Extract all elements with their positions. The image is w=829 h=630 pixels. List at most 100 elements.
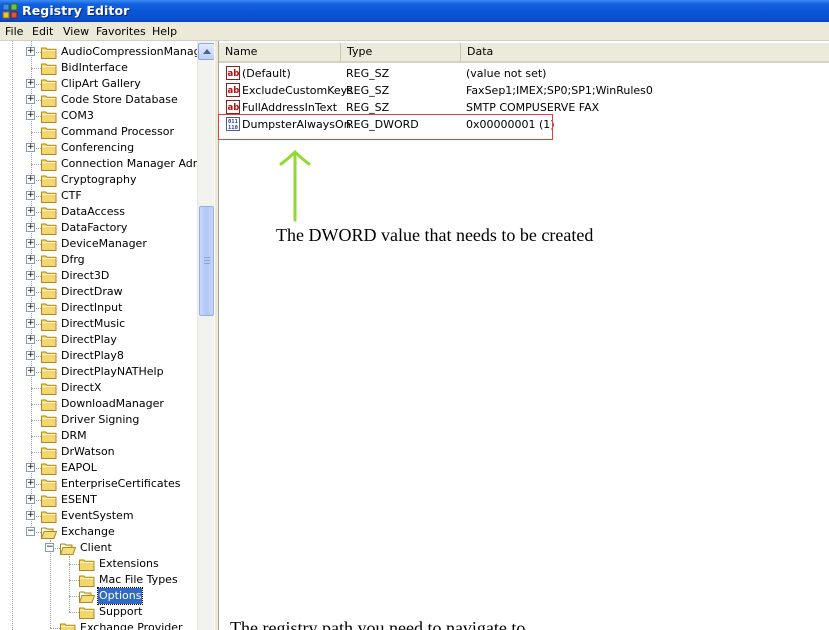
expand-icon[interactable]: + <box>26 287 35 296</box>
folder-icon <box>41 287 57 299</box>
menu-help[interactable]: Help <box>152 25 177 38</box>
tree-scrollbar[interactable] <box>197 41 215 630</box>
value-type: REG_SZ <box>346 101 390 114</box>
tree-item-label: ClipArt Gallery <box>61 77 141 90</box>
tree-item[interactable]: + Direct3D <box>0 268 218 284</box>
tree-item[interactable]: Extensions <box>0 556 218 572</box>
tree-item[interactable]: DownloadManager <box>0 396 218 412</box>
expand-icon[interactable]: + <box>26 271 35 280</box>
title-bar: Registry Editor <box>0 0 829 22</box>
tree-item[interactable]: Support <box>0 604 218 620</box>
tree-item[interactable]: + CTF <box>0 188 218 204</box>
tree-item-label: Extensions <box>99 557 159 570</box>
menu-bar: File Edit View Favorites Help <box>0 22 829 41</box>
expand-icon[interactable]: + <box>26 367 35 376</box>
tree-item[interactable]: + DeviceManager <box>0 236 218 252</box>
expand-icon[interactable]: + <box>26 335 35 344</box>
tree-item[interactable]: + EventSystem <box>0 508 218 524</box>
tree-item[interactable]: BidInterface <box>0 60 218 76</box>
expand-icon[interactable]: + <box>26 239 35 248</box>
value-data: (value not set) <box>466 67 547 80</box>
menu-edit[interactable]: Edit <box>32 25 53 38</box>
expand-icon[interactable]: + <box>26 351 35 360</box>
tree-item[interactable]: + DirectMusic <box>0 316 218 332</box>
expand-icon[interactable]: + <box>26 47 35 56</box>
tree-item[interactable]: Command Processor <box>0 124 218 140</box>
expand-icon[interactable]: + <box>26 511 35 520</box>
column-header: Name Type Data <box>219 43 829 63</box>
registry-key-tree[interactable]: + AudioCompressionManager BidInterface + Cli… <box>0 41 218 630</box>
menu-favorites[interactable]: Favorites <box>96 25 146 38</box>
tree-item[interactable]: Mac File Types <box>0 572 218 588</box>
value-row[interactable]: ab ExcludeCustomKeys REG_SZ FaxSep1;IMEX;SP… <box>223 82 823 99</box>
tree-item-label: BidInterface <box>61 61 128 74</box>
tree-item-label: Client <box>80 541 112 554</box>
tree-item[interactable]: + EnterpriseCertificates <box>0 476 218 492</box>
folder-icon <box>41 495 57 507</box>
tree-item[interactable]: + DataFactory <box>0 220 218 236</box>
svg-text:ab: ab <box>228 103 240 113</box>
menu-view[interactable]: View <box>63 25 89 38</box>
tree-item[interactable]: + DirectPlay8 <box>0 348 218 364</box>
tree-item[interactable]: + COM3 <box>0 108 218 124</box>
svg-text:ab: ab <box>228 69 240 79</box>
expand-icon[interactable]: + <box>26 95 35 104</box>
tree-item[interactable]: Options <box>0 587 218 605</box>
expand-icon[interactable]: + <box>26 479 35 488</box>
expand-icon[interactable]: + <box>26 79 35 88</box>
value-type: REG_SZ <box>346 67 390 80</box>
tree-item[interactable]: + Conferencing <box>0 140 218 156</box>
tree-item[interactable]: DirectX <box>0 380 218 396</box>
expand-icon[interactable]: + <box>26 111 35 120</box>
tree-item[interactable]: + DirectPlay <box>0 332 218 348</box>
tree-item[interactable]: − Client <box>0 540 218 556</box>
tree-item[interactable]: Driver Signing <box>0 412 218 428</box>
tree-item[interactable]: + DirectInput <box>0 300 218 316</box>
tree-item[interactable]: + EAPOL <box>0 460 218 476</box>
tree-item[interactable]: + DirectDraw <box>0 284 218 300</box>
tree-item-label: Connection Manager Adminis <box>61 157 218 170</box>
tree-item[interactable]: + Dfrg <box>0 252 218 268</box>
tree-item[interactable]: DrWatson <box>0 444 218 460</box>
tree-item[interactable]: DRM <box>0 428 218 444</box>
expand-icon[interactable]: + <box>26 175 35 184</box>
scroll-thumb[interactable] <box>199 206 214 316</box>
expand-icon[interactable]: + <box>26 495 35 504</box>
tree-item-label: Code Store Database <box>61 93 178 106</box>
column-type[interactable]: Type <box>341 43 461 61</box>
expand-icon[interactable]: + <box>26 255 35 264</box>
folder-icon <box>79 559 95 571</box>
expand-icon[interactable]: + <box>26 319 35 328</box>
expand-icon[interactable]: + <box>26 303 35 312</box>
tree-item[interactable]: + ESENT <box>0 492 218 508</box>
tree-item[interactable]: + ClipArt Gallery <box>0 76 218 92</box>
tree-item[interactable]: Connection Manager Adminis <box>0 156 218 172</box>
dword-annotation: The DWORD value that needs to be created <box>276 225 594 245</box>
tree-item-label: DeviceManager <box>61 237 147 250</box>
folder-icon <box>41 63 57 75</box>
tree-item[interactable]: − Exchange <box>0 524 218 540</box>
folder-icon <box>41 511 57 523</box>
tree-item[interactable]: + Cryptography <box>0 172 218 188</box>
tree-item[interactable]: + DataAccess <box>0 204 218 220</box>
string-value-icon: ab <box>226 66 240 80</box>
expand-icon[interactable]: + <box>26 143 35 152</box>
tree-item[interactable]: Exchange Provider <box>0 620 218 630</box>
tree-item[interactable]: + Code Store Database <box>0 92 218 108</box>
expand-icon[interactable]: + <box>26 207 35 216</box>
value-row[interactable]: ab (Default) REG_SZ (value not set) <box>223 65 823 82</box>
tree-item[interactable]: + AudioCompressionManager <box>0 44 218 60</box>
column-name[interactable]: Name <box>219 43 341 61</box>
expand-icon[interactable]: + <box>26 223 35 232</box>
menu-file[interactable]: File <box>5 25 23 38</box>
tree-item-label: Direct3D <box>61 269 110 282</box>
folder-icon <box>41 367 57 379</box>
column-data[interactable]: Data <box>461 43 829 61</box>
value-type: REG_SZ <box>346 84 390 97</box>
collapse-icon[interactable]: − <box>45 543 54 552</box>
collapse-icon[interactable]: − <box>26 527 35 536</box>
expand-icon[interactable]: + <box>26 463 35 472</box>
scroll-up-button[interactable] <box>198 43 215 60</box>
expand-icon[interactable]: + <box>26 191 35 200</box>
tree-item[interactable]: + DirectPlayNATHelp <box>0 364 218 380</box>
